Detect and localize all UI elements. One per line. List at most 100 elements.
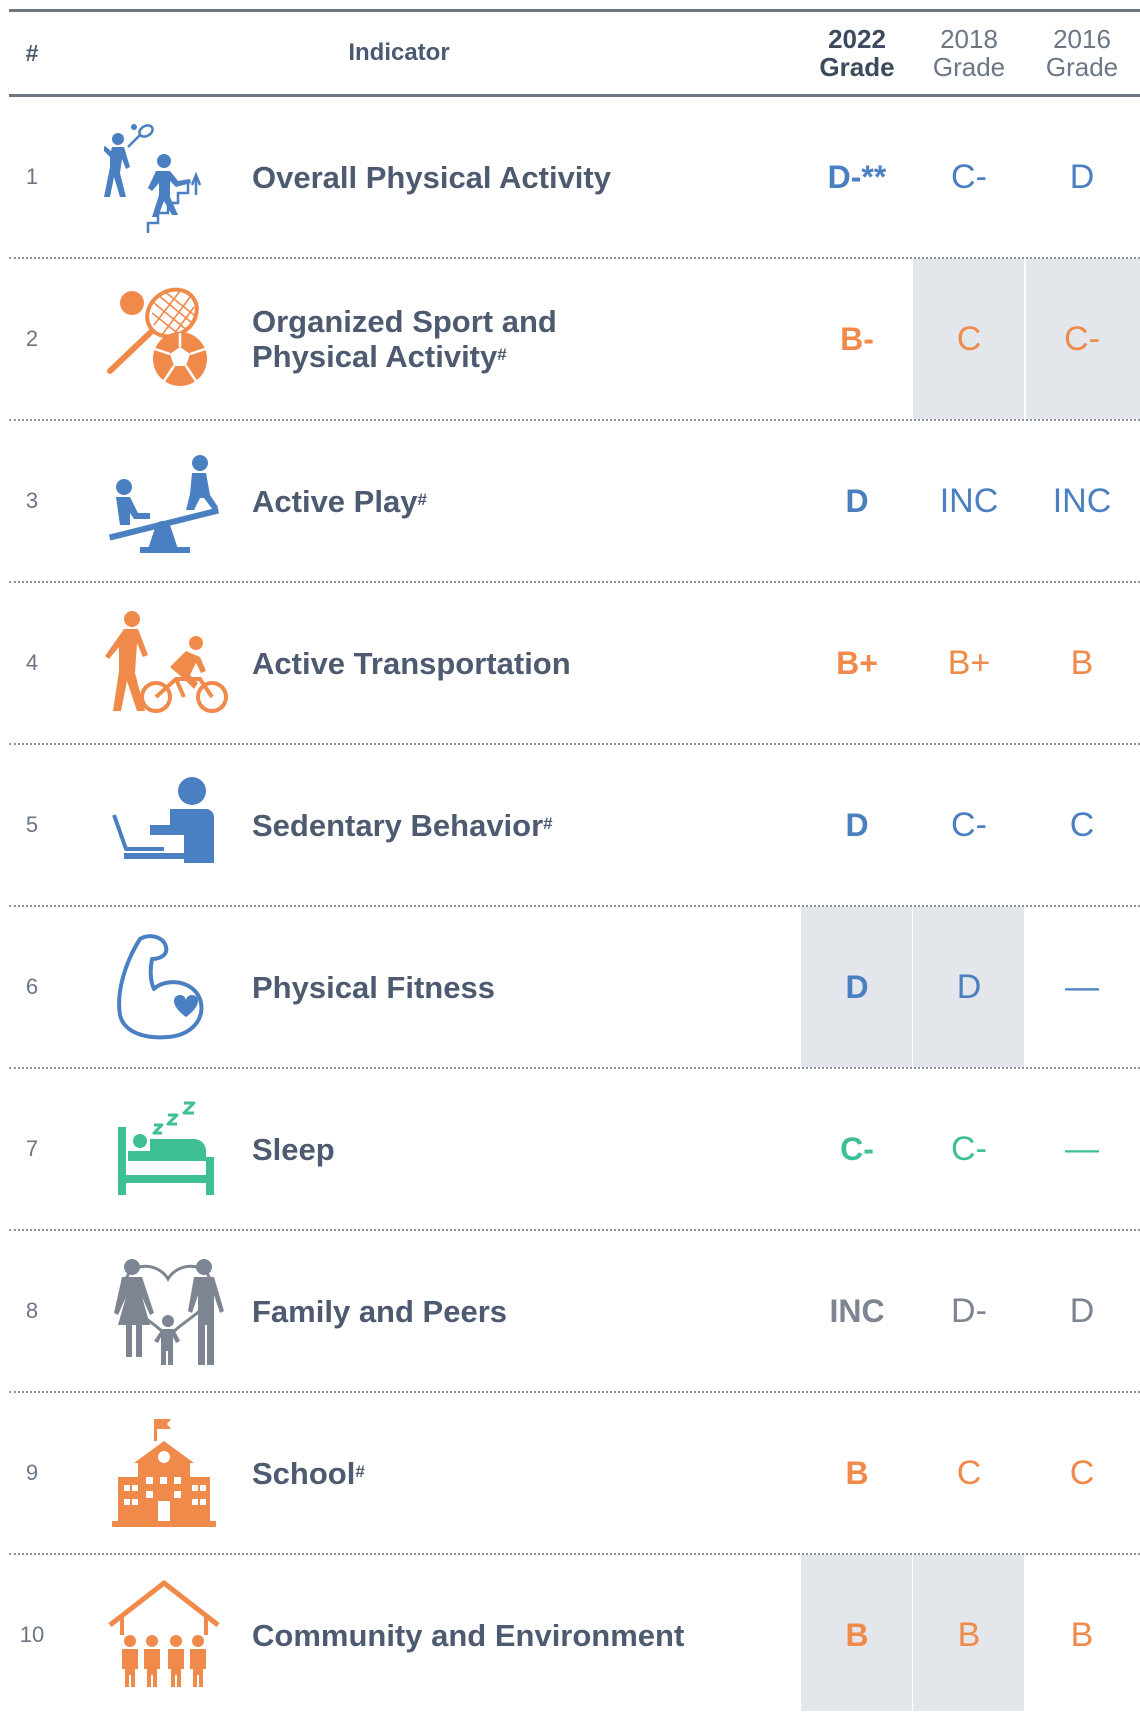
grade-2022: D-**	[827, 158, 887, 195]
indicator-text: Active Play#	[252, 484, 427, 519]
row-number: 8	[25, 1298, 39, 1323]
indicator-label: School#	[252, 1393, 792, 1553]
table-row: 8 Family and Peers INC D- D	[9, 1231, 1140, 1393]
grade-2016: C	[1069, 805, 1095, 844]
indicator-line-1: School	[252, 1455, 356, 1491]
indicator-text: Sleep	[252, 1131, 335, 1167]
header-2018-year: 2018	[940, 24, 998, 54]
grade-2016: C-	[1064, 319, 1100, 358]
indicator-text: Community and Environment	[252, 1617, 685, 1653]
table-row: 9 School# B C C	[9, 1393, 1140, 1555]
indicator-label: Active Transportation	[252, 583, 792, 743]
sleep-bed-icon	[104, 1093, 232, 1205]
grade-2022: B+	[836, 644, 878, 681]
indicator-label: Overall Physical Activity	[252, 97, 792, 257]
grade-2018: C-	[951, 805, 987, 844]
indicator-text: Physical Fitness	[252, 969, 495, 1005]
indicator-text: Organized Sport and Physical Activity#	[252, 304, 557, 374]
indicator-label: Sedentary Behavior#	[252, 745, 792, 905]
header-2022-label: Grade	[819, 52, 895, 82]
row-number: 1	[25, 164, 39, 189]
header-2016-year: 2016	[1053, 24, 1111, 54]
row-number: 7	[25, 1136, 39, 1161]
footnote-marker: #	[417, 489, 427, 509]
table-row: 7 Sleep C- C- —	[9, 1069, 1140, 1231]
footnote-marker: #	[543, 813, 553, 833]
indicator-line-1: Organized Sport and	[252, 304, 557, 339]
grade-2022: B	[845, 1454, 869, 1491]
grade-2018: D	[956, 967, 982, 1006]
indicator-label: Active Play#	[252, 421, 792, 581]
row-number: 4	[25, 650, 39, 675]
row-number: 2	[25, 326, 39, 351]
table-row: 6 Physical Fitness D D —	[9, 907, 1140, 1069]
header-number: #	[25, 40, 39, 66]
indicator-line-1: Active Play	[252, 483, 418, 519]
indicator-line-1: Sedentary Behavior	[252, 807, 544, 843]
grade-2016: INC	[1052, 481, 1112, 520]
footnote-marker: #	[497, 345, 507, 364]
grade-2022: D	[845, 968, 869, 1005]
grade-2022: B-	[840, 320, 874, 357]
indicator-label: Organized Sport and Physical Activity#	[252, 259, 792, 419]
grade-2022: C-	[840, 1130, 874, 1167]
muscle-heart-icon	[104, 931, 232, 1043]
indicator-label: Sleep	[252, 1069, 792, 1229]
table-row: 5 Sedentary Behavior# D C- C	[9, 745, 1140, 907]
footnote-marker: #	[355, 1461, 365, 1481]
header-2016-grade: 2016 Grade	[1026, 12, 1138, 94]
table-row: 4 Active Transportation B+ B+ B	[9, 583, 1140, 745]
grade-2016: B	[1070, 1615, 1094, 1654]
grade-2022: D	[845, 806, 869, 843]
grade-2018: D-	[951, 1291, 987, 1330]
table-row: 2 Organized Sport and Physical Activity#…	[9, 259, 1140, 421]
grade-2018: C-	[951, 157, 987, 196]
grade-2018: B	[957, 1615, 981, 1654]
grade-2018: C-	[951, 1129, 987, 1168]
row-number: 6	[25, 974, 39, 999]
indicator-text: Overall Physical Activity	[252, 159, 611, 195]
walk-bike-icon	[104, 607, 232, 719]
grade-2022: D	[845, 482, 869, 519]
grade-2018: C	[956, 1453, 982, 1492]
row-number: 9	[25, 1460, 39, 1485]
indicator-label: Community and Environment	[252, 1555, 792, 1715]
table-header: # Indicator 2022 Grade 2018 Grade 2016 G…	[9, 12, 1140, 94]
indicator-text: Active Transportation	[252, 645, 571, 681]
grade-2022: B	[845, 1616, 869, 1653]
school-icon	[104, 1417, 232, 1529]
grade-2018: B+	[947, 643, 991, 682]
header-2018-label: Grade	[932, 52, 1006, 82]
grade-2016: B	[1070, 643, 1094, 682]
row-number: 3	[25, 488, 39, 513]
indicator-text: Family and Peers	[252, 1293, 508, 1329]
grade-2016: C	[1069, 1453, 1095, 1492]
table-row: 3 Active Play# D INC INC	[9, 421, 1140, 583]
table-row: 1 Overall Physical Activity D-** C- D	[9, 97, 1140, 259]
racket-ball-icon	[104, 283, 232, 395]
grade-2018: C	[956, 319, 982, 358]
grade-2022: INC	[829, 1292, 885, 1329]
seesaw-icon	[104, 445, 232, 557]
indicator-label: Family and Peers	[252, 1231, 792, 1391]
header-indicator: Indicator	[348, 39, 450, 66]
laptop-person-icon	[104, 769, 232, 881]
sports-activity-icon	[102, 121, 232, 233]
row-number: 5	[25, 812, 39, 837]
indicator-text: School#	[252, 1456, 365, 1491]
grade-2016: —	[1065, 967, 1099, 1006]
indicator-label: Physical Fitness	[252, 907, 792, 1067]
header-2016-label: Grade	[1045, 52, 1119, 82]
header-2022-year: 2022	[828, 24, 886, 54]
indicator-text: Sedentary Behavior#	[252, 808, 553, 843]
community-icon	[104, 1579, 232, 1691]
grade-2018: INC	[939, 481, 999, 520]
header-2018-grade: 2018 Grade	[913, 12, 1025, 94]
family-icon	[104, 1255, 232, 1367]
header-2022-grade: 2022 Grade	[801, 12, 913, 94]
grade-2016: D	[1069, 157, 1095, 196]
report-card-table: # Indicator 2022 Grade 2018 Grade 2016 G…	[9, 9, 1140, 1711]
grade-2016: D	[1069, 1291, 1095, 1330]
row-number: 10	[19, 1622, 45, 1647]
table-row: 10 Community and Environment B B B	[9, 1555, 1140, 1717]
